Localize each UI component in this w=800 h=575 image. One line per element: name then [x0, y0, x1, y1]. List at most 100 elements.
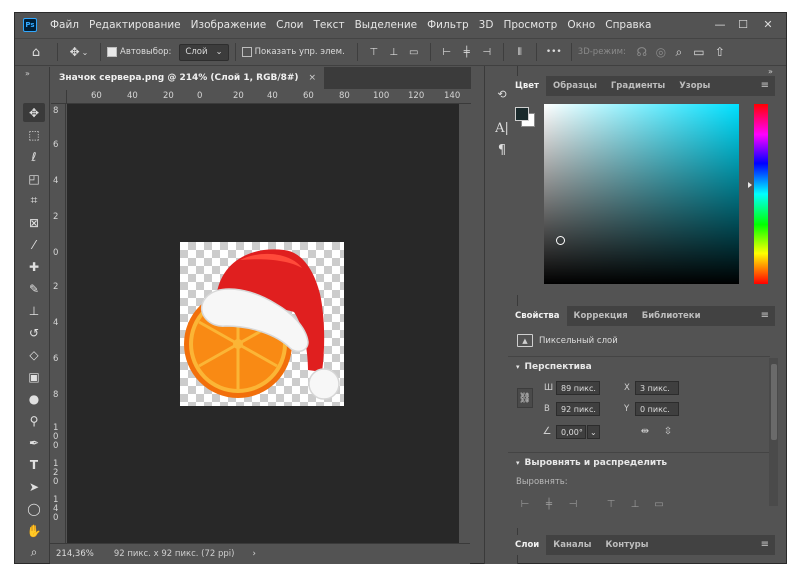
panel-menu-icon[interactable]: ≡ — [761, 539, 769, 550]
autoselect-label: Автовыбор: — [120, 47, 172, 57]
menu-layers[interactable]: Слои — [271, 19, 308, 31]
align-right-edges-icon[interactable]: ⊣ — [566, 497, 580, 511]
angle-dropdown[interactable]: ⌄ — [587, 425, 600, 439]
eyedropper-tool-icon[interactable]: ⁄ — [23, 235, 45, 254]
autoselect-checkbox[interactable] — [107, 47, 117, 57]
menu-help[interactable]: Справка — [600, 19, 656, 31]
move-tool-icon[interactable]: ✥ — [23, 103, 45, 122]
tab-swatches[interactable]: Образцы — [546, 76, 604, 96]
close-tab-icon[interactable]: × — [309, 73, 317, 83]
collapse-arrows-icon[interactable]: » — [25, 69, 30, 78]
align-left-edges-icon[interactable]: ⊢ — [518, 497, 532, 511]
perspective-section-header[interactable]: ▾ Перспектива — [516, 362, 592, 372]
marquee-tool-icon[interactable]: ⬚ — [23, 125, 45, 144]
workspace-icon[interactable]: ▭ — [688, 42, 710, 62]
canvas-scrollbar[interactable] — [459, 104, 471, 544]
move-tool-preset-icon[interactable]: ✥ ⌄ — [64, 42, 94, 62]
crop-tool-icon[interactable]: ⌗ — [23, 191, 45, 210]
align-hcenters-icon[interactable]: ╪ — [542, 497, 556, 511]
eraser-tool-icon[interactable]: ◇ — [23, 345, 45, 364]
show-transform-checkbox[interactable] — [241, 47, 252, 57]
flip-vertical-icon[interactable]: ⇳ — [661, 424, 675, 438]
x-position-field[interactable]: 3 пикс. — [635, 381, 679, 395]
healing-brush-tool-icon[interactable]: ✚ — [23, 257, 45, 276]
width-field[interactable]: 89 пикс. — [556, 381, 600, 395]
tab-color[interactable]: Цвет — [508, 76, 546, 96]
3d-orbit-icon[interactable]: ☊ — [632, 42, 652, 62]
menu-window[interactable]: Окно — [562, 19, 600, 31]
properties-scrollbar-thumb[interactable] — [771, 364, 777, 440]
align-top-edges-icon[interactable]: ⊤ — [604, 497, 618, 511]
share-icon[interactable]: ⇧ — [710, 42, 730, 62]
clone-stamp-tool-icon[interactable]: ⊥ — [23, 301, 45, 320]
ruler-tick-label: 2 — [53, 282, 59, 292]
align-left-icon[interactable]: ⊢ — [437, 42, 457, 62]
menu-filter[interactable]: Фильтр — [422, 19, 474, 31]
align-hcenter-icon[interactable]: ╪ — [457, 42, 477, 62]
color-picker-cursor[interactable] — [556, 236, 565, 245]
panel-menu-icon[interactable]: ≡ — [761, 80, 769, 91]
hue-slider-marker[interactable] — [748, 182, 752, 188]
menu-edit[interactable]: Редактирование — [84, 19, 186, 31]
menu-type[interactable]: Текст — [308, 19, 349, 31]
tab-adjustments[interactable]: Коррекция — [567, 306, 635, 326]
hand-tool-icon[interactable]: ✋ — [23, 521, 45, 540]
align-bottom-edges-icon[interactable]: ▭ — [652, 497, 666, 511]
height-field[interactable]: 92 пикс. — [556, 402, 600, 416]
tab-gradients[interactable]: Градиенты — [604, 76, 672, 96]
status-menu-arrow-icon[interactable]: › — [252, 549, 255, 559]
align-top-icon[interactable]: ⊤ — [364, 42, 384, 62]
foreground-color-swatch[interactable] — [515, 107, 529, 121]
pen-tool-icon[interactable]: ✒ — [23, 433, 45, 452]
align-vcenter-icon[interactable]: ⊥ — [384, 42, 404, 62]
y-position-field[interactable]: 0 пикс. — [635, 402, 679, 416]
align-vcenters-icon[interactable]: ⊥ — [628, 497, 642, 511]
type-tool-icon[interactable]: T — [23, 455, 45, 474]
brush-tool-icon[interactable]: ✎ — [23, 279, 45, 298]
menu-view[interactable]: Просмотр — [498, 19, 562, 31]
home-icon[interactable]: ⌂ — [21, 42, 51, 62]
3d-rotate-icon[interactable]: ◎ — [652, 42, 670, 62]
menu-select[interactable]: Выделение — [350, 19, 423, 31]
distribute-icon[interactable]: ⫴ — [510, 42, 530, 62]
align-right-icon[interactable]: ⊣ — [477, 42, 497, 62]
menu-file[interactable]: Файл — [45, 19, 84, 31]
autoselect-dropdown[interactable]: Слой ⌄ — [179, 43, 229, 61]
panel-menu-icon[interactable]: ≡ — [761, 310, 769, 321]
menu-image[interactable]: Изображение — [186, 19, 272, 31]
tab-libraries[interactable]: Библиотеки — [635, 306, 708, 326]
link-dimensions-icon[interactable]: ⛓ — [517, 388, 533, 408]
blur-tool-icon[interactable]: ● — [23, 389, 45, 408]
search-icon[interactable]: ⌕ — [670, 42, 688, 62]
color-spectrum-field[interactable] — [544, 104, 739, 284]
ruler-tick-label: 40 — [267, 91, 278, 101]
align-bottom-icon[interactable]: ▭ — [404, 42, 424, 62]
dodge-tool-icon[interactable]: ⚲ — [23, 411, 45, 430]
divider — [508, 356, 770, 357]
collapse-right-arrows-icon[interactable]: » — [768, 67, 773, 76]
zoom-tool-icon[interactable]: ⌕ — [23, 543, 45, 562]
hue-slider[interactable] — [754, 104, 768, 284]
tab-patterns[interactable]: Узоры — [672, 76, 717, 96]
tab-paths[interactable]: Контуры — [598, 535, 655, 555]
close-button[interactable]: ✕ — [753, 13, 783, 35]
zoom-level[interactable]: 214,36% — [56, 549, 94, 559]
ruler-tick-label: 1 4 0 — [53, 495, 59, 523]
tab-layers[interactable]: Слои — [508, 535, 547, 555]
angle-field[interactable]: 0,00° — [556, 425, 586, 439]
tab-properties[interactable]: Свойства — [508, 306, 567, 326]
history-brush-tool-icon[interactable]: ↺ — [23, 323, 45, 342]
gradient-tool-icon[interactable]: ▣ — [23, 367, 45, 386]
object-select-tool-icon[interactable]: ◰ — [23, 169, 45, 188]
lasso-tool-icon[interactable]: ℓ — [23, 147, 45, 166]
document-image[interactable] — [180, 242, 344, 406]
align-section-header[interactable]: ▾ Выровнять и распределить — [516, 458, 667, 468]
more-options-icon[interactable]: ••• — [543, 42, 565, 62]
flip-horizontal-icon[interactable]: ⇹ — [638, 424, 652, 438]
menu-3d[interactable]: 3D — [474, 19, 499, 31]
document-tab[interactable]: Значок сервера.png @ 214% (Слой 1, RGB/8… — [51, 67, 325, 89]
tab-channels[interactable]: Каналы — [546, 535, 598, 555]
ellipse-tool-icon[interactable]: ◯ — [23, 499, 45, 518]
frame-tool-icon[interactable]: ⊠ — [23, 213, 45, 232]
path-selection-tool-icon[interactable]: ➤ — [23, 477, 45, 496]
